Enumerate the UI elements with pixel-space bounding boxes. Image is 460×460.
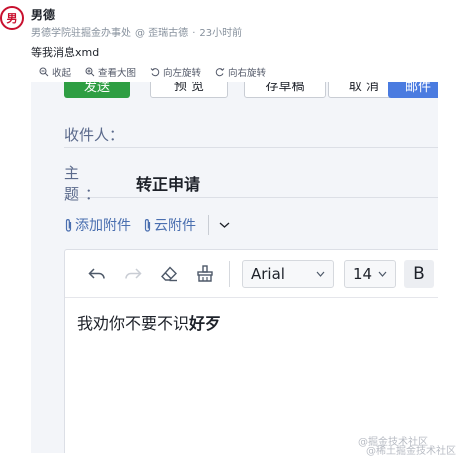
rotate-left-label: 向左旋转 [163, 68, 202, 79]
add-attachment-label: 添加附件 [75, 218, 131, 234]
zoom-in-icon [85, 67, 95, 77]
recipient-label: 收件人： [64, 126, 125, 144]
meta-dot: · [192, 28, 196, 39]
send-button[interactable]: 发送 [64, 82, 130, 98]
paperclip-icon [65, 218, 72, 232]
rotate-left-button[interactable]: 向左旋转 [150, 65, 201, 79]
editor-content[interactable]: 我劝你不要不识好歹 [77, 310, 221, 334]
chevron-down-icon [219, 222, 230, 228]
font-size-select[interactable]: 14 [344, 259, 396, 288]
subject-label: 主 题： [64, 163, 107, 203]
rotate-right-label: 向右旋转 [228, 68, 267, 79]
avatar-seal-text: 男 [6, 12, 18, 25]
author-company[interactable]: @ 歪瑞古德 [135, 28, 188, 39]
chevron-down-icon [378, 271, 387, 277]
bold-button[interactable]: B [404, 259, 434, 288]
recipient-field[interactable]: 收件人： [64, 122, 438, 148]
editor-toolbar: Arial 14 B [65, 250, 438, 298]
undo-button[interactable] [79, 259, 115, 289]
subject-value: 转正申请 [136, 174, 201, 194]
chevron-down-icon [316, 271, 325, 277]
rotate-right-icon [215, 68, 225, 77]
font-size-value: 14 [353, 264, 373, 283]
subject-field[interactable]: 主 题： 转正申请 [64, 164, 438, 203]
paperclip-icon [144, 218, 151, 232]
cloud-attachment-label: 云附件 [154, 218, 196, 234]
collapse-label: 收起 [52, 68, 72, 79]
body-text-bold: 好歹 [189, 314, 222, 333]
divider [208, 215, 209, 235]
more-attachments-toggle[interactable] [219, 221, 230, 229]
page-watermark: @稀土掘金技术社区 [366, 446, 456, 457]
redo-button[interactable] [115, 259, 151, 289]
author-title: 男德学院驻掘金办事处 [31, 28, 131, 39]
zoom-out-icon [39, 67, 49, 77]
font-family-select[interactable]: Arial [242, 259, 334, 288]
attachment-bar: 添加附件 云附件 [64, 213, 230, 237]
view-large-label: 查看大图 [98, 68, 137, 79]
cloud-attachment-link[interactable]: 云附件 [143, 215, 196, 235]
font-family-value: Arial [251, 264, 285, 283]
author-name[interactable]: 男德 [31, 6, 55, 23]
post-image[interactable]: 发送 预 览 存草稿 取 消 邮件 收件人： 主 题： 转正申请 添加附件 云附… [31, 82, 438, 453]
rich-text-editor[interactable]: Arial 14 B 我劝你不要不识好歹 [64, 249, 438, 453]
image-viewer-toolbar: 收起 查看大图 向左旋转 向右旋转 [31, 62, 438, 82]
undo-icon [88, 267, 105, 279]
rotate-left-icon [150, 68, 160, 77]
eraser-icon [161, 265, 177, 281]
avatar[interactable]: 男 [0, 6, 24, 30]
redo-icon [125, 267, 142, 279]
preview-button[interactable]: 预 览 [150, 82, 228, 98]
post-text: 等我消息xmd [31, 46, 100, 59]
collapse-button[interactable]: 收起 [39, 65, 71, 79]
format-painter-button[interactable] [187, 259, 223, 289]
clear-format-button[interactable] [151, 259, 187, 289]
save-draft-button[interactable]: 存草稿 [244, 82, 326, 98]
view-large-button[interactable]: 查看大图 [85, 65, 136, 79]
post-meta: 男德学院驻掘金办事处 @ 歪瑞古德 · 23小时前 [31, 24, 246, 39]
divider [229, 260, 230, 287]
rotate-right-button[interactable]: 向右旋转 [215, 65, 266, 79]
format-brush-icon [197, 265, 213, 282]
body-text: 我劝你不要不识 [77, 314, 190, 333]
add-attachment-link[interactable]: 添加附件 [64, 215, 131, 235]
post-time: 23小时前 [199, 28, 243, 39]
mail-action-bar: 发送 预 览 存草稿 取 消 邮件 [31, 82, 438, 98]
mail-blue-button[interactable]: 邮件 [388, 82, 438, 98]
